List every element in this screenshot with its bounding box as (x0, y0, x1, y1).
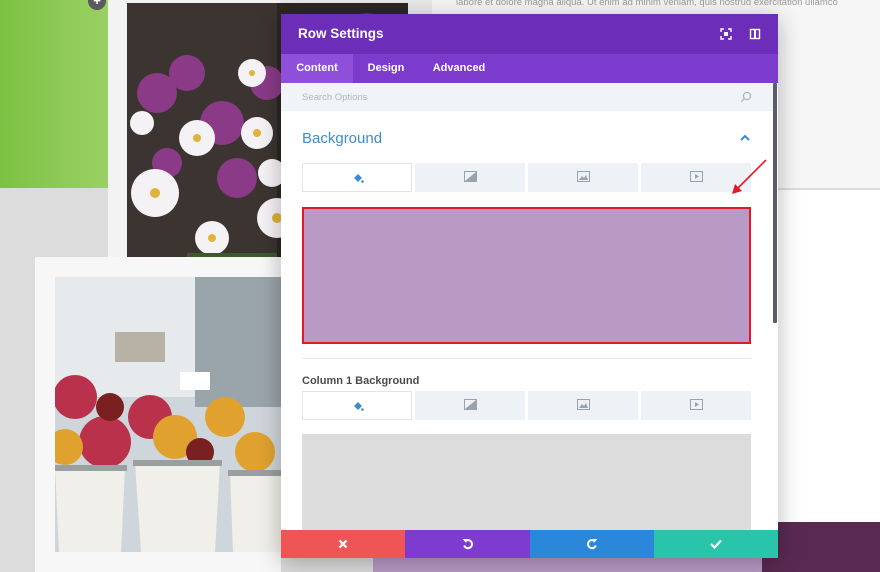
column-background-type-tabs (302, 391, 751, 420)
dark-purple-section (762, 522, 880, 572)
bg-tab-image[interactable] (528, 163, 638, 192)
background-type-tabs (302, 163, 751, 192)
check-icon (710, 539, 722, 549)
col-bg-tab-video[interactable] (641, 391, 751, 420)
column-background-preview[interactable] (302, 434, 751, 530)
undo-icon (462, 539, 473, 550)
tab-bar: Content Design Advanced (281, 54, 778, 83)
cancel-button[interactable] (281, 530, 405, 558)
section-divider (302, 358, 751, 359)
video-icon (690, 399, 703, 410)
modal-footer (281, 530, 778, 558)
col-bg-tab-image[interactable] (528, 391, 638, 420)
gradient-icon (464, 171, 477, 182)
body-text: labore et dolore magna aliqua. Ut enim a… (456, 0, 838, 8)
gradient-icon (464, 399, 477, 410)
bg-tab-color[interactable] (302, 163, 412, 192)
search-icon (740, 91, 752, 103)
undo-button[interactable] (405, 530, 530, 558)
tab-design[interactable]: Design (353, 54, 419, 83)
white-section (778, 190, 880, 522)
scrollbar[interactable] (773, 83, 777, 323)
background-section-title[interactable]: Background (302, 130, 382, 147)
paint-bucket-icon (354, 174, 364, 183)
search-placeholder: Search Options (302, 92, 368, 103)
modal-header: Row Settings (281, 14, 778, 54)
modal-title: Row Settings (298, 26, 384, 41)
close-icon (338, 539, 348, 549)
image-icon (577, 399, 590, 410)
col-bg-tab-gradient[interactable] (415, 391, 525, 420)
paint-bucket-icon (354, 402, 364, 411)
bg-tab-gradient[interactable] (415, 163, 525, 192)
chevron-up-icon[interactable] (740, 134, 750, 142)
tab-content[interactable]: Content (281, 54, 353, 83)
settings-scroll-area: Search Options Background Column 1 Backg… (281, 83, 778, 530)
row-settings-modal: Row Settings Content Design Advanced Sea… (281, 14, 778, 558)
sidebar-split-icon[interactable] (748, 27, 762, 41)
image-icon (577, 171, 590, 182)
tab-advanced[interactable]: Advanced (419, 54, 499, 83)
purple-section (373, 558, 778, 572)
col-bg-tab-color[interactable] (302, 391, 412, 420)
search-input[interactable]: Search Options (281, 83, 773, 111)
save-button[interactable] (654, 530, 778, 558)
redo-button[interactable] (530, 530, 654, 558)
column-1-background-label: Column 1 Background (302, 375, 420, 387)
background-color-preview[interactable] (302, 207, 751, 344)
flower-buckets-photo (55, 277, 281, 552)
video-icon (690, 171, 703, 182)
fullscreen-icon[interactable] (719, 27, 733, 41)
annotation-arrow-icon (732, 159, 767, 194)
redo-icon (587, 539, 598, 550)
